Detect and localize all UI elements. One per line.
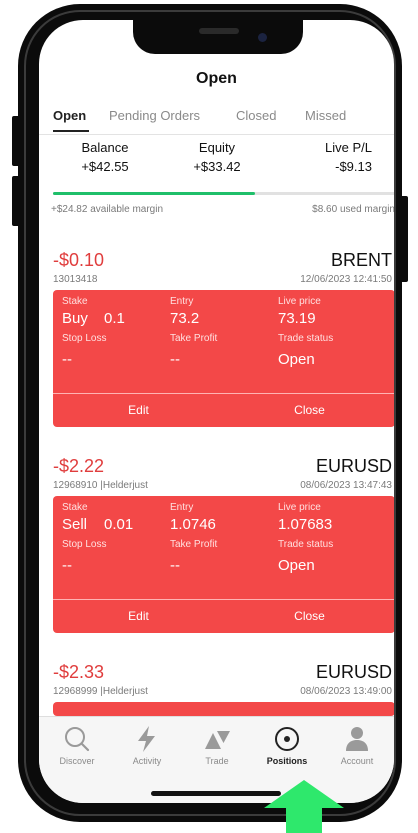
tab-pending-orders[interactable]: Pending Orders [109, 108, 200, 123]
live-price-label: Live price [278, 296, 321, 307]
front-camera [258, 33, 267, 42]
position-ref: 13013418 [53, 274, 98, 285]
stop-loss-label: Stop Loss [62, 333, 107, 344]
entry-value: 73.2 [170, 310, 200, 327]
edit-button[interactable]: Edit [53, 599, 224, 633]
position-card: Stake Sell 0.01 Entry 1.0746 Live price … [53, 496, 394, 633]
tab-bar: Open Pending Orders Closed Missed [39, 102, 394, 135]
available-margin-text: +$24.82 available margin [51, 204, 164, 215]
take-profit-label: Take Profit [170, 539, 218, 550]
trade-status-label: Trade status [278, 333, 334, 344]
equity-label: Equity [198, 140, 236, 155]
nav-account[interactable]: Account [322, 725, 392, 766]
stake-label: Stake [62, 502, 88, 513]
tab-closed[interactable]: Closed [236, 108, 276, 123]
nav-label: Account [340, 756, 374, 766]
position-symbol: EURUSD [315, 662, 392, 682]
position-ref: 12968910 |Helderjust [53, 480, 148, 491]
position-pl: -$2.22 [53, 456, 105, 476]
live-pl-value: -$9.13 [335, 159, 372, 174]
nav-label: Trade [205, 756, 229, 766]
stop-loss-label: Stop Loss [62, 539, 107, 550]
stake-value: 0.1 [104, 310, 125, 327]
trade-side: Buy [62, 310, 88, 327]
active-tab-indicator [53, 130, 89, 132]
nav-discover[interactable]: Discover [42, 725, 112, 766]
position-card [53, 702, 394, 716]
volume-up-button [12, 116, 20, 166]
tab-open[interactable]: Open [53, 108, 86, 123]
stake-label: Stake [62, 296, 88, 307]
nav-label: Activity [132, 756, 162, 766]
stake-value: 0.01 [104, 516, 134, 533]
used-margin-text: $8.60 used margin [312, 204, 394, 215]
nav-trade[interactable]: Trade [182, 725, 252, 766]
edit-button[interactable]: Edit [53, 393, 224, 427]
position-pl: -$2.33 [53, 662, 105, 682]
person-icon [346, 727, 368, 751]
nav-label: Discover [59, 756, 95, 766]
nav-label: Positions [266, 756, 308, 766]
equity-stat: Equity +$33.42 [157, 140, 277, 174]
stop-loss-value: -- [62, 557, 72, 574]
margin-info: +$24.82 available margin $8.60 used marg… [51, 204, 394, 215]
balance-value: +$42.55 [81, 159, 129, 174]
live-price-label: Live price [278, 502, 321, 513]
live-price-value: 73.19 [278, 310, 316, 327]
speaker [199, 28, 239, 34]
take-profit-value: -- [170, 557, 180, 574]
lightning-icon [138, 726, 155, 752]
page-title: Open [196, 70, 237, 87]
trade-status-label: Trade status [278, 539, 334, 550]
search-icon [65, 727, 90, 752]
position-ref: 12968999 |Helderjust [53, 686, 148, 697]
power-button [400, 196, 408, 282]
margin-progress-bar [53, 192, 394, 195]
balance-stat: Balance +$42.55 [45, 140, 165, 174]
app-screen: Open Open Pending Orders Closed Missed B… [39, 20, 394, 803]
position-time: 08/06/2023 13:47:43 [300, 480, 392, 491]
entry-value: 1.0746 [170, 516, 216, 533]
position-pl: -$0.10 [53, 250, 105, 270]
position-time: 12/06/2023 12:41:50 [300, 274, 392, 285]
notch [133, 20, 303, 54]
close-button[interactable]: Close [224, 393, 394, 427]
trade-status-value: Open [278, 557, 315, 574]
equity-value: +$33.42 [193, 159, 241, 174]
position-card: Stake Buy 0.1 Entry 73.2 Live price 73.1… [53, 290, 394, 427]
nav-activity[interactable]: Activity [112, 725, 182, 766]
live-price-value: 1.07683 [278, 516, 333, 533]
positions-icon [275, 727, 299, 751]
margin-progress-fill [53, 192, 255, 195]
trade-status-value: Open [278, 351, 315, 368]
stop-loss-value: -- [62, 351, 72, 368]
live-pl-stat: Live P/L -$9.13 [272, 140, 372, 174]
take-profit-value: -- [170, 351, 180, 368]
trade-side: Sell [62, 516, 88, 533]
entry-label: Entry [170, 296, 194, 307]
position-time: 08/06/2023 13:49:00 [300, 686, 392, 697]
trade-icon [205, 731, 230, 749]
entry-label: Entry [170, 502, 194, 513]
tab-missed[interactable]: Missed [305, 108, 346, 123]
live-pl-label: Live P/L [325, 140, 372, 155]
balance-label: Balance [81, 140, 129, 155]
close-button[interactable]: Close [224, 599, 394, 633]
volume-down-button [12, 176, 20, 226]
nav-positions[interactable]: Positions [252, 725, 322, 766]
take-profit-label: Take Profit [170, 333, 218, 344]
arrow-up-icon [264, 780, 344, 833]
home-indicator[interactable] [151, 791, 281, 796]
position-symbol: EURUSD [315, 456, 392, 476]
position-symbol: BRENT [330, 250, 392, 270]
